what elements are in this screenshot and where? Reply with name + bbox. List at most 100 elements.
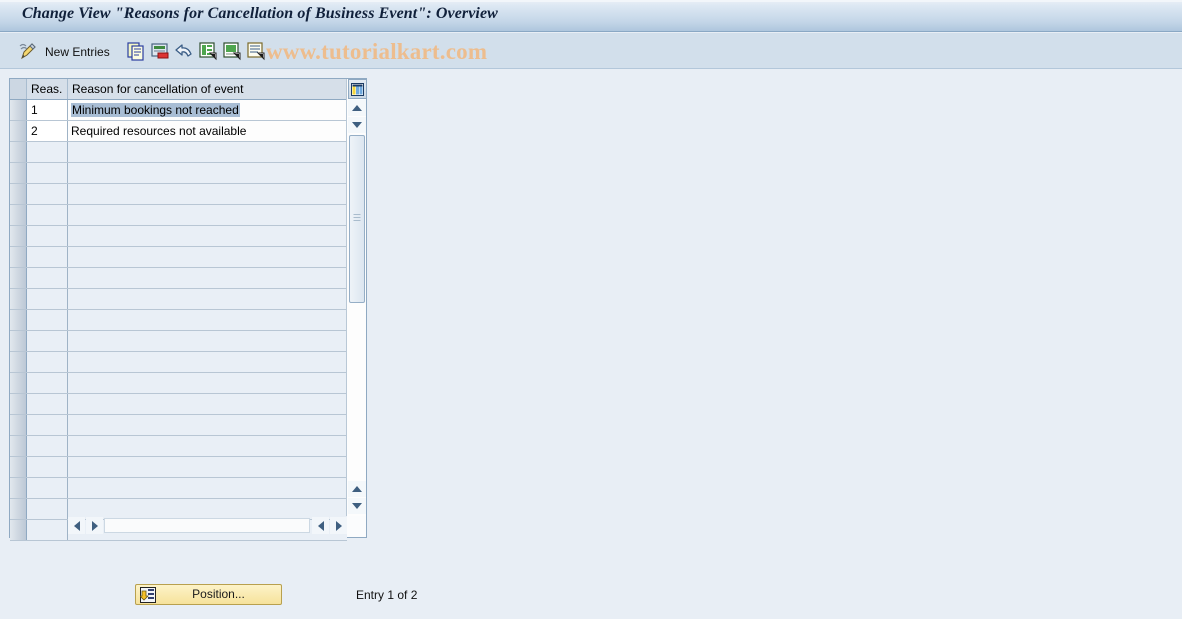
cell-reason-text[interactable] — [68, 289, 347, 309]
cell-reason-code[interactable]: 1 — [27, 100, 68, 120]
cell-reason-text[interactable] — [68, 436, 347, 456]
cell-reason-code[interactable] — [27, 268, 68, 288]
cell-reason-code[interactable] — [27, 184, 68, 204]
cell-reason-text[interactable] — [68, 142, 347, 162]
row-selector-cell[interactable] — [10, 268, 27, 288]
cell-reason-code[interactable] — [27, 436, 68, 456]
delete-row-icon[interactable] — [150, 41, 170, 61]
row-selector-header[interactable] — [10, 79, 27, 99]
cell-reason-code[interactable] — [27, 226, 68, 246]
cell-reason-code[interactable] — [27, 520, 68, 540]
cell-reason-text[interactable] — [68, 415, 347, 435]
cell-reason-code[interactable] — [27, 478, 68, 498]
select-all-icon[interactable] — [198, 41, 218, 61]
row-selector-cell[interactable] — [10, 184, 27, 204]
table-row-empty[interactable] — [10, 331, 347, 352]
scroll-right-small-button[interactable] — [86, 517, 103, 534]
table-row-empty[interactable] — [10, 436, 347, 457]
cell-reason-code[interactable] — [27, 415, 68, 435]
copy-as-icon[interactable] — [126, 41, 146, 61]
cell-reason-text[interactable] — [68, 331, 347, 351]
row-selector-cell[interactable] — [10, 226, 27, 246]
cell-reason-text[interactable] — [68, 205, 347, 225]
scroll-up-button[interactable] — [348, 100, 366, 116]
table-row-empty[interactable] — [10, 163, 347, 184]
horizontal-scrollbar[interactable] — [68, 516, 347, 535]
row-selector-cell[interactable] — [10, 121, 27, 141]
row-selector-cell[interactable] — [10, 310, 27, 330]
position-button[interactable]: Position... — [135, 584, 282, 605]
row-selector-cell[interactable] — [10, 436, 27, 456]
cell-reason-text[interactable] — [68, 373, 347, 393]
table-row-empty[interactable] — [10, 373, 347, 394]
table-row-empty[interactable] — [10, 268, 347, 289]
cell-reason-code[interactable] — [27, 142, 68, 162]
details-icon[interactable] — [246, 41, 266, 61]
cell-reason-text[interactable]: Required resources not available — [68, 121, 347, 141]
cell-reason-code[interactable]: 2 — [27, 121, 68, 141]
cell-reason-code[interactable] — [27, 352, 68, 372]
row-selector-cell[interactable] — [10, 352, 27, 372]
cell-reason-code[interactable] — [27, 289, 68, 309]
cell-reason-text[interactable] — [68, 394, 347, 414]
undo-icon[interactable] — [174, 41, 194, 61]
table-row[interactable]: 1 Minimum bookings not reached — [10, 100, 347, 121]
table-row-empty[interactable] — [10, 142, 347, 163]
table-row-empty[interactable] — [10, 394, 347, 415]
row-selector-cell[interactable] — [10, 415, 27, 435]
cell-reason-code[interactable] — [27, 457, 68, 477]
cell-reason-code[interactable] — [27, 163, 68, 183]
row-selector-cell[interactable] — [10, 247, 27, 267]
cell-reason-text[interactable] — [68, 478, 347, 498]
cell-reason-code[interactable] — [27, 310, 68, 330]
table-row-empty[interactable] — [10, 478, 347, 499]
scroll-up-bottom-button[interactable] — [348, 481, 366, 497]
cell-reason-text[interactable] — [68, 457, 347, 477]
scroll-right-button[interactable] — [330, 517, 347, 534]
row-selector-cell[interactable] — [10, 331, 27, 351]
vertical-scrollbar[interactable] — [346, 79, 367, 516]
row-selector-cell[interactable] — [10, 163, 27, 183]
table-settings-icon[interactable] — [348, 79, 367, 99]
scroll-page-down-button[interactable] — [348, 117, 366, 133]
row-selector-cell[interactable] — [10, 520, 27, 540]
cell-reason-text[interactable]: Minimum bookings not reached — [68, 100, 347, 120]
cell-reason-code[interactable] — [27, 247, 68, 267]
scroll-down-button[interactable] — [348, 498, 366, 514]
table-row-empty[interactable] — [10, 205, 347, 226]
row-selector-cell[interactable] — [10, 373, 27, 393]
column-header-reason-code[interactable]: Reas. — [27, 79, 68, 99]
cell-reason-text[interactable] — [68, 268, 347, 288]
row-selector-cell[interactable] — [10, 142, 27, 162]
row-selector-cell[interactable] — [10, 499, 27, 519]
table-row-empty[interactable] — [10, 289, 347, 310]
deselect-all-icon[interactable] — [222, 41, 242, 61]
row-selector-cell[interactable] — [10, 478, 27, 498]
table-row-empty[interactable] — [10, 247, 347, 268]
row-selector-cell[interactable] — [10, 289, 27, 309]
cell-reason-code[interactable] — [27, 205, 68, 225]
table-row-empty[interactable] — [10, 457, 347, 478]
cell-reason-code[interactable] — [27, 331, 68, 351]
table-row-empty[interactable] — [10, 310, 347, 331]
scroll-left-end-button[interactable] — [312, 517, 329, 534]
cell-reason-text[interactable] — [68, 184, 347, 204]
cell-reason-code[interactable] — [27, 394, 68, 414]
table-row-empty[interactable] — [10, 226, 347, 247]
column-header-reason-text[interactable]: Reason for cancellation of event — [68, 79, 347, 99]
cell-reason-code[interactable] — [27, 373, 68, 393]
row-selector-cell[interactable] — [10, 457, 27, 477]
table-row[interactable]: 2 Required resources not available — [10, 121, 347, 142]
vertical-scroll-thumb[interactable] — [349, 135, 365, 303]
cell-reason-text[interactable] — [68, 163, 347, 183]
table-row-empty[interactable] — [10, 415, 347, 436]
horizontal-scroll-thumb[interactable] — [104, 518, 310, 533]
cell-reason-text[interactable] — [68, 352, 347, 372]
row-selector-cell[interactable] — [10, 394, 27, 414]
cell-reason-text[interactable] — [68, 247, 347, 267]
row-selector-cell[interactable] — [10, 100, 27, 120]
cell-reason-code[interactable] — [27, 499, 68, 519]
table-row-empty[interactable] — [10, 184, 347, 205]
cell-reason-text[interactable] — [68, 310, 347, 330]
display-change-pencil-icon[interactable] — [18, 41, 38, 61]
